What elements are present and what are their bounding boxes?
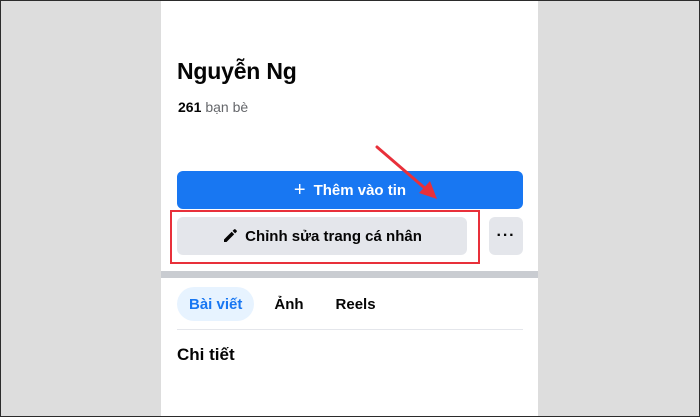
edit-profile-label: Chỉnh sửa trang cá nhân (245, 227, 422, 245)
tab-posts[interactable]: Bài viết (177, 287, 255, 321)
tabs-separator (177, 329, 523, 330)
tab-reels[interactable]: Reels (324, 287, 388, 321)
plus-icon: + (293, 179, 306, 201)
more-options-button[interactable]: ··· (489, 217, 523, 255)
left-margin (0, 0, 161, 417)
details-heading: Chi tiết (177, 345, 235, 364)
add-to-story-label: Thêm vào tin (313, 181, 407, 199)
more-icon: ··· (496, 227, 516, 244)
friends-count: 261 (178, 99, 202, 115)
right-margin (538, 0, 700, 417)
friends-summary[interactable]: 261 bạn bè (178, 99, 248, 115)
screenshot-frame: Nguyễn Ng 261 bạn bè + Thêm vào tin Chỉnh… (0, 0, 700, 417)
pencil-icon (224, 229, 238, 242)
profile-screen: Nguyễn Ng 261 bạn bè + Thêm vào tin Chỉnh… (161, 0, 538, 417)
tab-photos[interactable]: Ảnh (262, 287, 315, 321)
add-to-story-button[interactable]: + Thêm vào tin (177, 171, 523, 209)
section-divider (161, 271, 538, 278)
friends-label: bạn bè (205, 99, 249, 115)
profile-name: Nguyễn Ng (177, 58, 297, 84)
edit-profile-button[interactable]: Chỉnh sửa trang cá nhân (177, 217, 467, 255)
profile-tabs: Bài viết Ảnh Reels (177, 287, 396, 321)
